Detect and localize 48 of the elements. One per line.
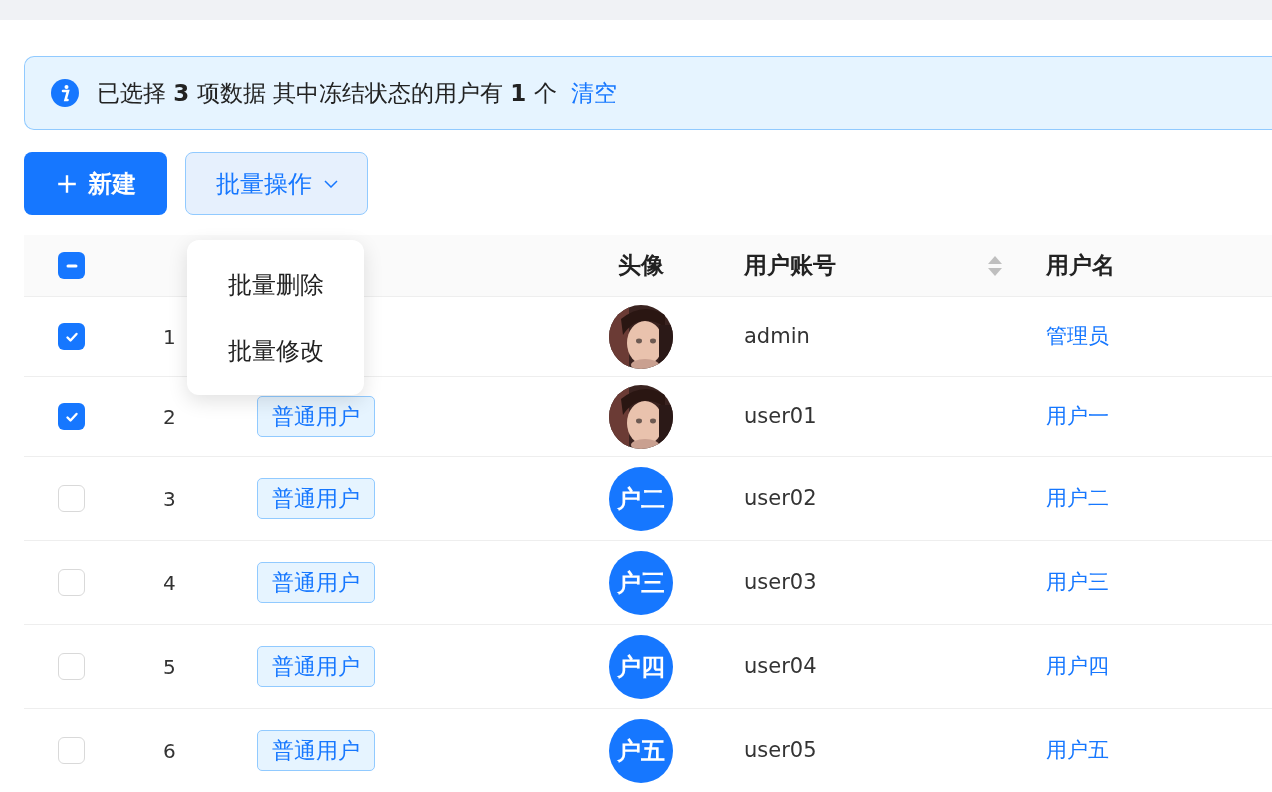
checkbox[interactable] xyxy=(58,737,85,764)
username-link[interactable]: 用户二 xyxy=(1046,485,1109,510)
row-index: 1 xyxy=(163,324,176,349)
account-cell: user01 xyxy=(744,403,817,428)
checkbox[interactable] xyxy=(58,653,85,680)
account-cell: user02 xyxy=(744,485,817,510)
batch-dropdown-button[interactable]: 批量操作 xyxy=(185,152,368,215)
account-cell: user05 xyxy=(744,737,817,762)
account-cell: user04 xyxy=(744,653,817,678)
row-index: 3 xyxy=(163,486,176,511)
menu-item[interactable]: 批量删除 xyxy=(187,251,364,318)
username-link[interactable]: 用户三 xyxy=(1046,569,1109,594)
row-index: 2 xyxy=(163,404,176,429)
sort-icon[interactable] xyxy=(987,254,1003,277)
username-link[interactable]: 用户一 xyxy=(1046,403,1109,428)
checkbox[interactable] xyxy=(58,485,85,512)
username-link[interactable]: 管理员 xyxy=(1046,323,1109,348)
username-link[interactable]: 用户五 xyxy=(1046,737,1109,762)
role-tag: 普通用户 xyxy=(257,730,375,771)
checkbox[interactable] xyxy=(58,569,85,596)
account-cell: admin xyxy=(744,323,810,348)
role-tag: 普通用户 xyxy=(257,646,375,687)
checkbox[interactable] xyxy=(58,403,85,430)
clear-link[interactable]: 清空 xyxy=(570,75,617,111)
avatar: 户二 xyxy=(609,466,673,531)
checkbox[interactable] xyxy=(58,323,85,350)
avatar: 户三 xyxy=(609,550,673,615)
checkbox[interactable] xyxy=(58,252,85,279)
role-tag: 普通用户 xyxy=(257,396,375,437)
account-cell: user03 xyxy=(744,569,817,594)
column-header[interactable]: 用户账号 xyxy=(744,248,836,283)
plus-icon xyxy=(55,172,78,195)
username-link[interactable]: 用户四 xyxy=(1046,653,1109,678)
avatar: 户五 xyxy=(609,718,673,783)
alert-message: 已选择 3 项数据 其中冻结状态的用户有 1 个 xyxy=(97,78,557,108)
info-icon xyxy=(51,79,79,107)
avatar: 户四 xyxy=(609,634,673,699)
menu-item[interactable]: 批量修改 xyxy=(187,317,364,384)
caret-icon xyxy=(323,179,338,188)
row-index: 5 xyxy=(163,654,176,679)
column-header: 头像 xyxy=(618,251,664,281)
new-button[interactable]: 新建 xyxy=(24,152,167,215)
role-tag: 普通用户 xyxy=(257,562,375,603)
minus-icon xyxy=(65,263,78,268)
column-header: 用户名 xyxy=(1046,252,1115,279)
row-index: 6 xyxy=(163,738,176,763)
row-index: 4 xyxy=(163,570,176,595)
role-tag: 普通用户 xyxy=(257,478,375,519)
